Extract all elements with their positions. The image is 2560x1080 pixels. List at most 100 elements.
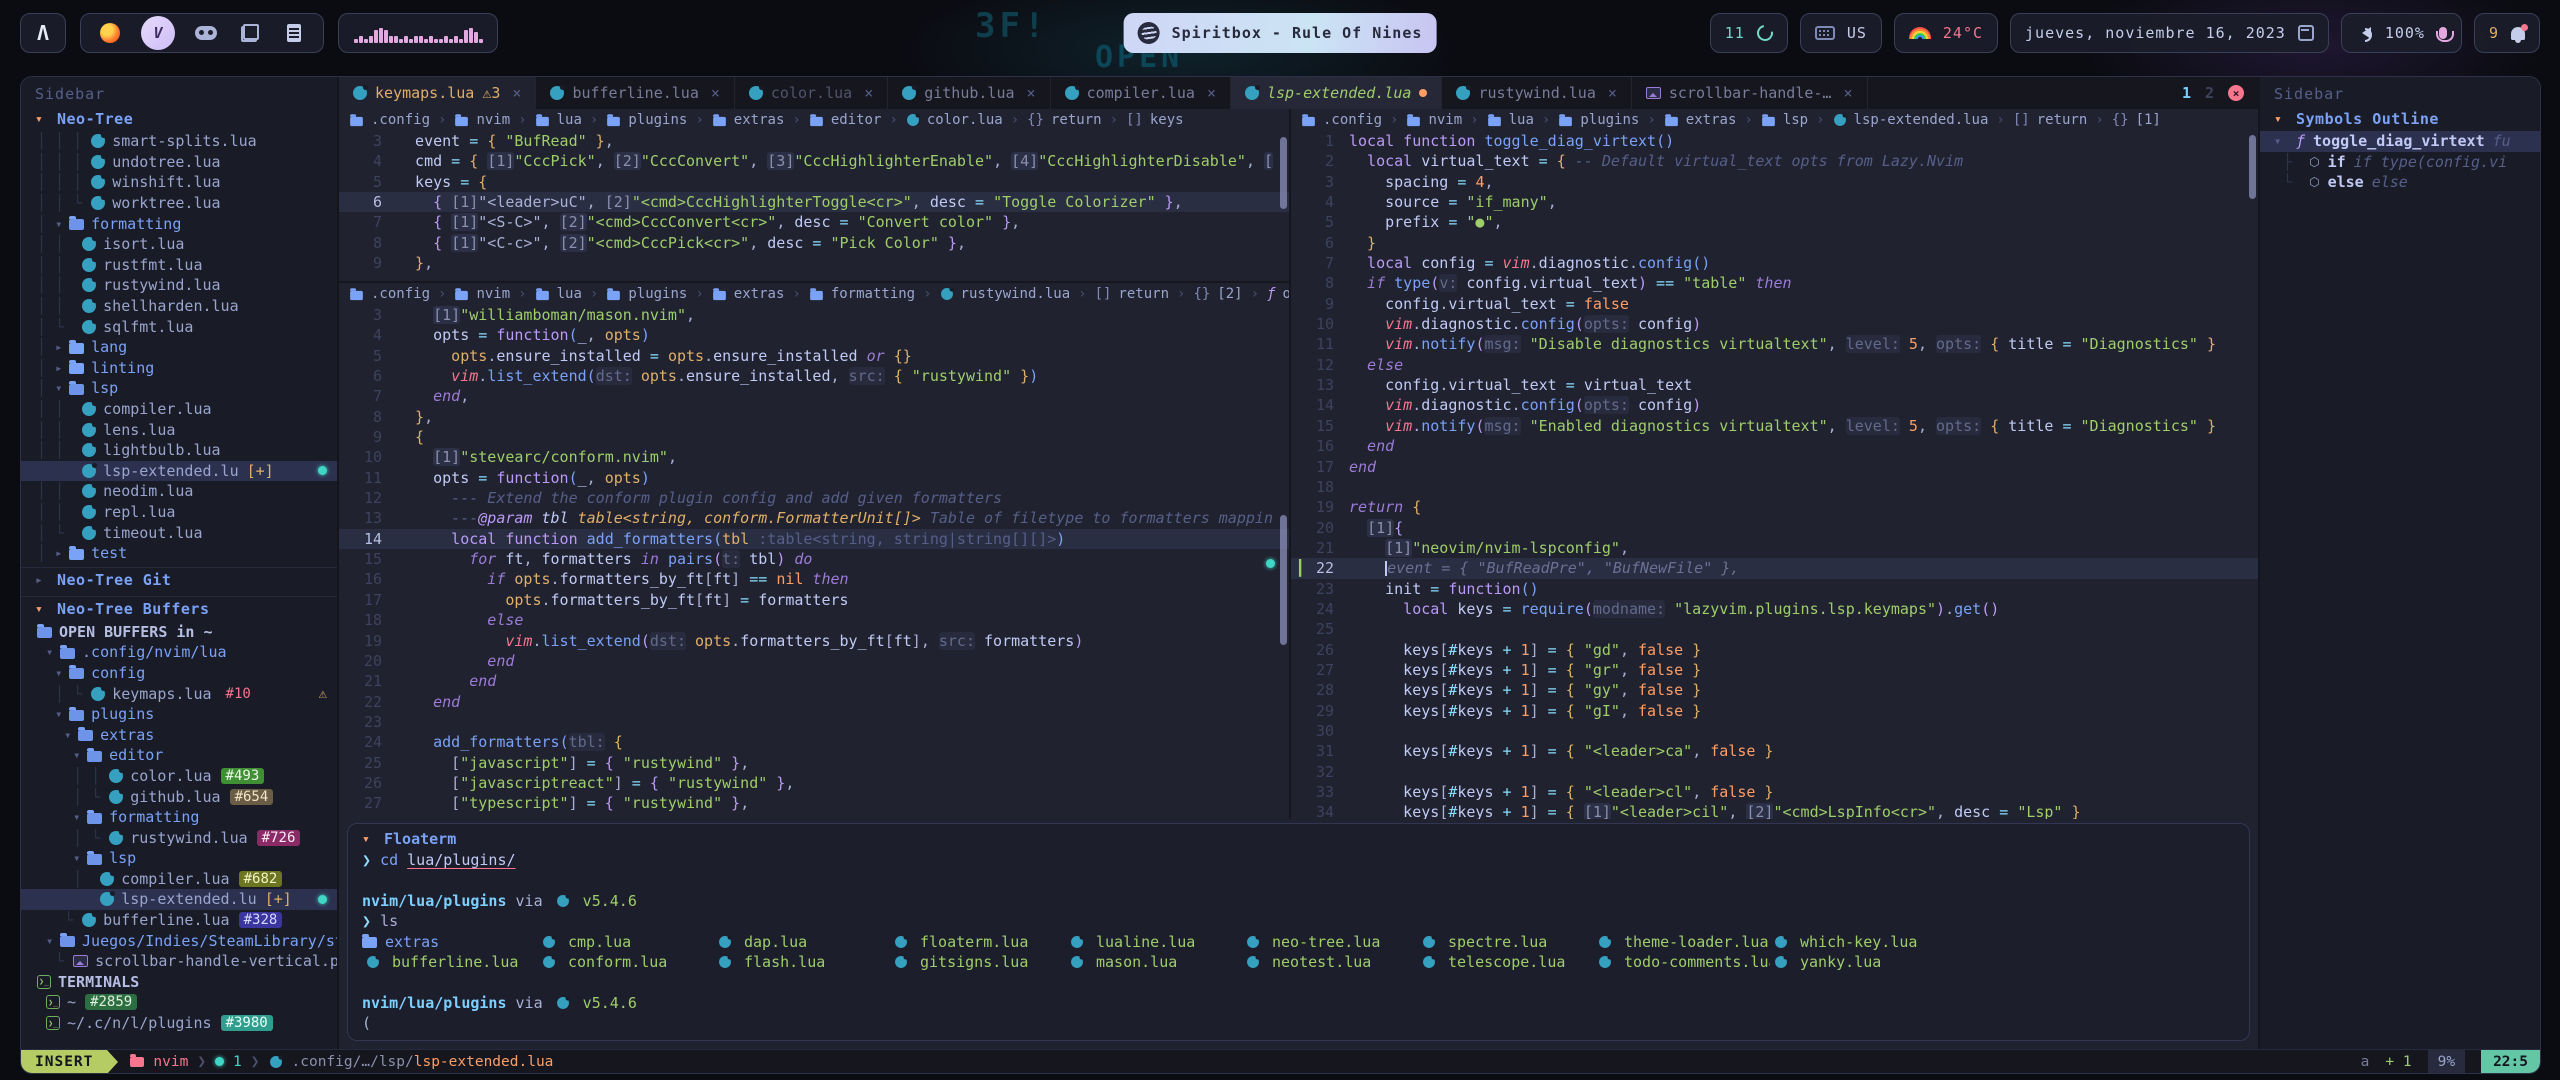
ls-entry[interactable]: conform.lua <box>538 952 714 972</box>
outline-item[interactable]: ▾ƒtoggle_diag_virtextfu <box>2260 131 2540 152</box>
widget-updates[interactable]: 11 <box>1710 13 1788 53</box>
chevron-down-icon[interactable]: ▾ <box>73 851 87 865</box>
chevron-down-icon[interactable]: ▾ <box>2274 112 2286 127</box>
chevron-down-icon[interactable]: ▾ <box>46 934 60 948</box>
tree-item[interactable]: │ ▸test <box>21 543 337 564</box>
section-header-neo-tree-buffers[interactable]: ▾Neo-Tree Buffers <box>21 596 337 621</box>
ls-entry[interactable]: telescope.lua <box>1418 952 1594 972</box>
tab-color-lua[interactable]: color.lua× <box>735 77 888 109</box>
tree-item[interactable]: │ └ sqlfmt.lua <box>21 316 337 337</box>
ls-entry[interactable]: bufferline.lua <box>362 952 538 972</box>
chevron-right-icon[interactable]: ▸ <box>55 340 69 354</box>
floaterm-panel[interactable]: ▾ Floaterm ❯ cd lua/plugins/nvim/lua/plu… <box>347 823 2250 1041</box>
tree-item[interactable]: │ │ lens.lua <box>21 419 337 440</box>
tree-item[interactable]: │ │ rustfmt.lua <box>21 255 337 276</box>
launcher-button[interactable]: Λ <box>20 13 66 53</box>
section-header-neo-tree-git[interactable]: ▸Neo-Tree Git <box>21 567 337 592</box>
chevron-right-icon[interactable]: ▸ <box>35 573 47 588</box>
workspace-neovim-icon[interactable]: V <box>141 16 175 50</box>
outline-item[interactable]: └ ⬡elseelse <box>2260 172 2540 193</box>
tree-item[interactable]: │ │ neodim.lua <box>21 481 337 502</box>
chevron-down-icon[interactable]: ▾ <box>55 381 69 395</box>
section-header-neo-tree[interactable]: ▾Neo-Tree <box>21 107 337 131</box>
chevron-down-icon[interactable]: ▾ <box>73 748 87 762</box>
outline-item[interactable]: ├ ⬡ifif type(config.vi <box>2260 152 2540 173</box>
tree-item[interactable]: │ │ │ smart-splits.lua <box>21 131 337 152</box>
ls-entry[interactable]: floaterm.lua <box>890 932 1066 952</box>
ls-entry[interactable]: which-key.lua <box>1770 932 1946 952</box>
tree-item[interactable]: │ │ compiler.lua <box>21 399 337 420</box>
chevron-down-icon[interactable]: ▾ <box>2274 134 2288 148</box>
tree-item[interactable]: │ │ color.lua#493 <box>21 766 337 787</box>
tab-rustywind-lua[interactable]: rustywind.lua× <box>1442 77 1631 109</box>
tree-item[interactable]: │ │ isort.lua <box>21 234 337 255</box>
ls-entry[interactable]: yanky.lua <box>1770 952 1946 972</box>
tree-item[interactable]: │ └ keymaps.lua#10⚠ <box>21 683 337 704</box>
tree-item[interactable]: └ scrollbar-handle-vertical.p <box>21 951 337 972</box>
music-widget[interactable]: Spiritbox - Rule Of Nines <box>1124 13 1437 53</box>
tab-close-icon[interactable]: × <box>864 84 873 102</box>
tree-item[interactable]: TERMINALS <box>21 972 337 993</box>
ls-entry[interactable]: gitsigns.lua <box>890 952 1066 972</box>
chevron-down-icon[interactable]: ▾ <box>46 645 60 659</box>
scrollbar-thumb[interactable] <box>1280 137 1287 209</box>
tree-item[interactable]: │ ▸lang <box>21 337 337 358</box>
tab-bufferline-lua[interactable]: bufferline.lua× <box>536 77 734 109</box>
tab-keymaps-lua[interactable]: keymaps.lua⚠3× <box>339 77 536 109</box>
chevron-down-icon[interactable]: ▾ <box>362 832 374 847</box>
tab-github-lua[interactable]: github.lua× <box>888 77 1050 109</box>
ls-entry[interactable]: theme-loader.lua <box>1594 932 1770 952</box>
chevron-down-icon[interactable]: ▾ <box>55 707 69 721</box>
ls-entry[interactable]: neo-tree.lua <box>1242 932 1418 952</box>
widget-notifications[interactable]: 9 <box>2474 13 2540 53</box>
tree-item[interactable]: │ │ rustywind.lua <box>21 275 337 296</box>
widget-volume[interactable]: 100% <box>2341 13 2462 53</box>
tree-item[interactable]: │ │ │ undotree.lua <box>21 152 337 173</box>
ls-entry[interactable]: dap.lua <box>714 932 890 952</box>
tree-item[interactable]: │ ▸linting <box>21 358 337 379</box>
tree-item[interactable]: │ └ github.lua#654 <box>21 786 337 807</box>
tree-item[interactable]: │ │ repl.lua <box>21 502 337 523</box>
tree-item[interactable]: └ lsp-extended.lu[+] <box>21 889 337 910</box>
tree-item[interactable]: │ └ rustywind.lua#726 <box>21 827 337 848</box>
tree-item[interactable]: │ │ lsp-extended.lu[+] <box>21 461 337 482</box>
tree-item[interactable]: │ │ lightbulb.lua <box>21 440 337 461</box>
tree-item[interactable]: │ ▾lsp <box>21 378 337 399</box>
tree-item[interactable]: ~/.c/n/l/plugins#3980 <box>21 1013 337 1034</box>
tree-item[interactable]: OPEN BUFFERS in ~ <box>21 621 337 642</box>
scrollbar-thumb[interactable] <box>2249 135 2256 199</box>
tabpage-2[interactable]: 2 <box>2205 84 2214 102</box>
tree-item[interactable]: ▾lsp <box>21 848 337 869</box>
ls-entry[interactable]: extras <box>362 932 538 952</box>
widget-keyboard-layout[interactable]: US <box>1800 13 1882 53</box>
tab-compiler-lua[interactable]: compiler.lua× <box>1051 77 1231 109</box>
tree-item[interactable]: └ bufferline.lua#328 <box>21 910 337 931</box>
editor-pane-lsp-extended[interactable]: .config›nvim›lua›plugins›extras›lsp›lsp-… <box>1291 109 2258 819</box>
chevron-down-icon[interactable]: ▾ <box>73 810 87 824</box>
chevron-down-icon[interactable]: ▾ <box>55 666 69 680</box>
tree-item[interactable]: │ │ └ worktree.lua <box>21 193 337 214</box>
chevron-down-icon[interactable]: ▾ <box>64 728 78 742</box>
tab-close-icon[interactable]: × <box>1027 84 1036 102</box>
tab-scrollbar-handle-[interactable]: scrollbar-handle-…× <box>1632 77 1868 109</box>
editor-pane-rustywind[interactable]: .config›nvim›lua›plugins›extras›formatti… <box>339 283 1289 819</box>
ls-entry[interactable]: cmp.lua <box>538 932 714 952</box>
ls-entry[interactable]: spectre.lua <box>1418 932 1594 952</box>
ls-entry[interactable]: neotest.lua <box>1242 952 1418 972</box>
tree-item[interactable]: ▾config <box>21 663 337 684</box>
tree-item[interactable]: │ ▾formatting <box>21 213 337 234</box>
tab-close-icon[interactable]: × <box>1207 84 1216 102</box>
chevron-down-icon[interactable]: ▾ <box>55 217 69 231</box>
workspace-firefox-icon[interactable] <box>97 20 123 46</box>
workspace-document-icon[interactable] <box>281 20 307 46</box>
ls-entry[interactable]: mason.lua <box>1066 952 1242 972</box>
tree-item[interactable]: ▾.config/nvim/lua <box>21 642 337 663</box>
tab-close-icon[interactable]: × <box>1608 84 1617 102</box>
workspace-window-stack-icon[interactable] <box>237 20 263 46</box>
tree-item[interactable]: ▾editor <box>21 745 337 766</box>
tree-item[interactable]: │ compiler.lua#682 <box>21 869 337 890</box>
tab-close-icon[interactable]: × <box>1843 84 1852 102</box>
tree-item[interactable]: ▾plugins <box>21 704 337 725</box>
tree-item[interactable]: ~#2859 <box>21 992 337 1013</box>
scrollbar-thumb[interactable] <box>1280 515 1287 645</box>
